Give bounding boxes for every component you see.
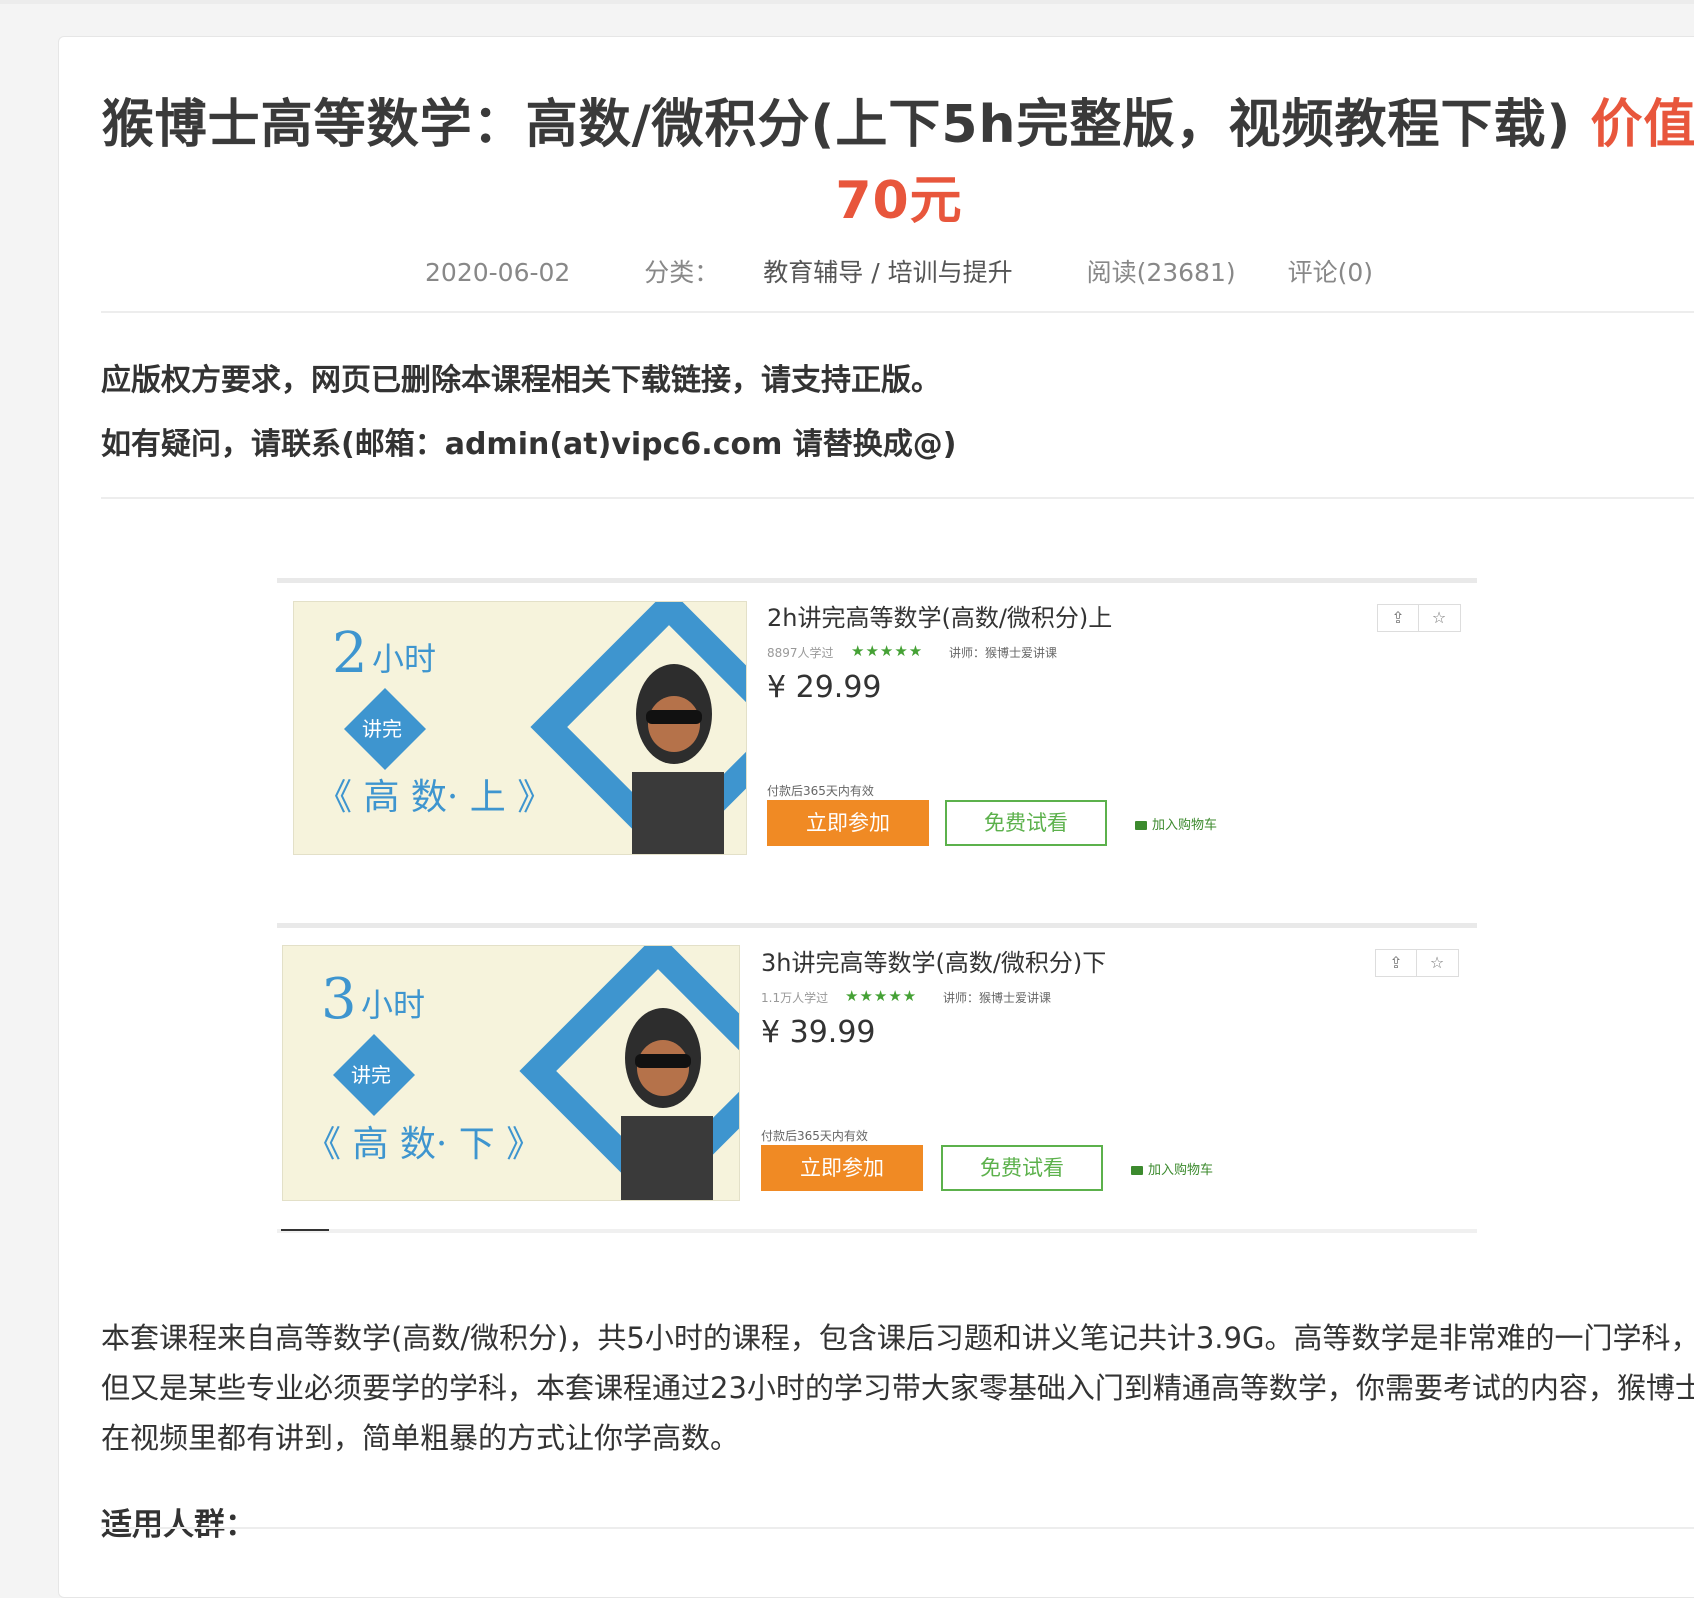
comment-count[interactable]: 评论(0) bbox=[1288, 258, 1373, 287]
course-price: ¥ 39.99 bbox=[761, 1015, 876, 1050]
article-card: 猴博士高等数学：高数/微积分(上下5h完整版，视频教程下载) 价值70元 202… bbox=[58, 36, 1694, 1598]
section-heading: 适用人群： bbox=[101, 1507, 256, 1543]
divider bbox=[101, 311, 1694, 313]
rating-stars: ★★★★★ bbox=[845, 987, 918, 1005]
contact-notice: 如有疑问，请联系(邮箱：admin(at)vipc6.com 请替换成@) bbox=[101, 427, 957, 462]
teacher-name: 讲师：猴博士爱讲课 bbox=[943, 991, 1052, 1005]
cart-icon bbox=[1135, 821, 1147, 830]
divider bbox=[101, 497, 1694, 499]
scroll-indicator bbox=[281, 1229, 329, 1231]
course-thumbnail[interactable]: 2 小时 讲完 《 高 数· 上 》 bbox=[293, 601, 747, 855]
cart-label: 加入购物车 bbox=[1148, 1163, 1214, 1178]
free-trial-button[interactable]: 免费试看 bbox=[945, 800, 1107, 846]
svg-text:小时: 小时 bbox=[361, 986, 425, 1024]
course-price: ¥ 29.99 bbox=[767, 670, 882, 705]
star-icon[interactable]: ☆ bbox=[1417, 950, 1457, 976]
validity-note: 付款后365天内有效 bbox=[761, 1129, 868, 1143]
course-top-bar bbox=[277, 923, 1477, 928]
learner-count: 1.1万人学过 bbox=[761, 991, 829, 1005]
rating-stars: ★★★★★ bbox=[851, 642, 924, 660]
course-card: 3 小时 讲完 《 高 数· 下 》 3h讲完高等数学(高数/微积分)下 1.1… bbox=[277, 923, 1477, 1243]
svg-text:《 高 数· 上 》: 《 高 数· 上 》 bbox=[316, 777, 553, 818]
course-card: 2 小时 讲完 《 高 数· 上 》 2h讲完高等数学(高数/微积分)上 889… bbox=[277, 578, 1477, 898]
add-to-cart-link[interactable]: 加入购物车 bbox=[1135, 814, 1217, 833]
post-date: 2020-06-02 bbox=[425, 258, 571, 287]
copyright-notice: 应版权方要求，网页已删除本课程相关下载链接，请支持正版。 bbox=[101, 363, 941, 398]
cart-label: 加入购物车 bbox=[1152, 818, 1218, 833]
course-top-bar bbox=[277, 578, 1477, 583]
course-bottom-bar bbox=[277, 1229, 1477, 1233]
course-description: 本套课程来自高等数学(高数/微积分)，共5小时的课程，包含课后习题和讲义笔记共计… bbox=[101, 1321, 1694, 1455]
category-link[interactable]: 教育辅导 / 培训与提升 bbox=[763, 258, 1012, 287]
thumbnail-art: 2 小时 讲完 《 高 数· 上 》 bbox=[294, 602, 746, 854]
join-now-button[interactable]: 立即参加 bbox=[761, 1145, 923, 1191]
course-title[interactable]: 2h讲完高等数学(高数/微积分)上 bbox=[767, 598, 1112, 633]
course-title[interactable]: 3h讲完高等数学(高数/微积分)下 bbox=[761, 943, 1106, 978]
teacher-name: 讲师：猴博士爱讲课 bbox=[949, 646, 1058, 660]
add-to-cart-link[interactable]: 加入购物车 bbox=[1131, 1159, 1213, 1178]
star-icon[interactable]: ☆ bbox=[1419, 605, 1459, 631]
svg-text:讲完: 讲完 bbox=[351, 1063, 391, 1087]
share-favorite-box: ⇪ ☆ bbox=[1375, 949, 1459, 977]
learner-count: 8897人学过 bbox=[767, 646, 834, 660]
thumbnail-art: 3 小时 讲完 《 高 数· 下 》 bbox=[283, 946, 739, 1200]
read-count: 阅读(23681) bbox=[1086, 258, 1236, 287]
share-icon[interactable]: ⇪ bbox=[1378, 605, 1419, 631]
validity-note: 付款后365天内有效 bbox=[767, 784, 874, 798]
svg-text:小时: 小时 bbox=[372, 640, 436, 678]
article-meta: 2020-06-02 分类： 教育辅导 / 培训与提升 阅读(23681) 评论(… bbox=[99, 253, 1694, 289]
svg-text:《 高 数· 下 》: 《 高 数· 下 》 bbox=[305, 1124, 542, 1165]
free-trial-button[interactable]: 免费试看 bbox=[941, 1145, 1103, 1191]
svg-text:3: 3 bbox=[321, 967, 357, 1032]
share-favorite-box: ⇪ ☆ bbox=[1377, 604, 1461, 632]
svg-text:讲完: 讲完 bbox=[362, 717, 402, 741]
top-border bbox=[0, 0, 1694, 4]
cart-icon bbox=[1131, 1166, 1143, 1175]
category: 分类： 教育辅导 / 培训与提升 bbox=[622, 258, 1034, 287]
divider bbox=[101, 1527, 1694, 1529]
share-icon[interactable]: ⇪ bbox=[1376, 950, 1417, 976]
title-main: 猴博士高等数学：高数/微积分(上下5h完整版，视频教程下载) bbox=[101, 95, 1572, 155]
page-title: 猴博士高等数学：高数/微积分(上下5h完整版，视频教程下载) 价值70元 bbox=[99, 87, 1694, 239]
join-now-button[interactable]: 立即参加 bbox=[767, 800, 929, 846]
course-thumbnail[interactable]: 3 小时 讲完 《 高 数· 下 》 bbox=[282, 945, 740, 1201]
svg-text:2: 2 bbox=[332, 621, 368, 686]
category-label: 分类： bbox=[644, 258, 720, 287]
